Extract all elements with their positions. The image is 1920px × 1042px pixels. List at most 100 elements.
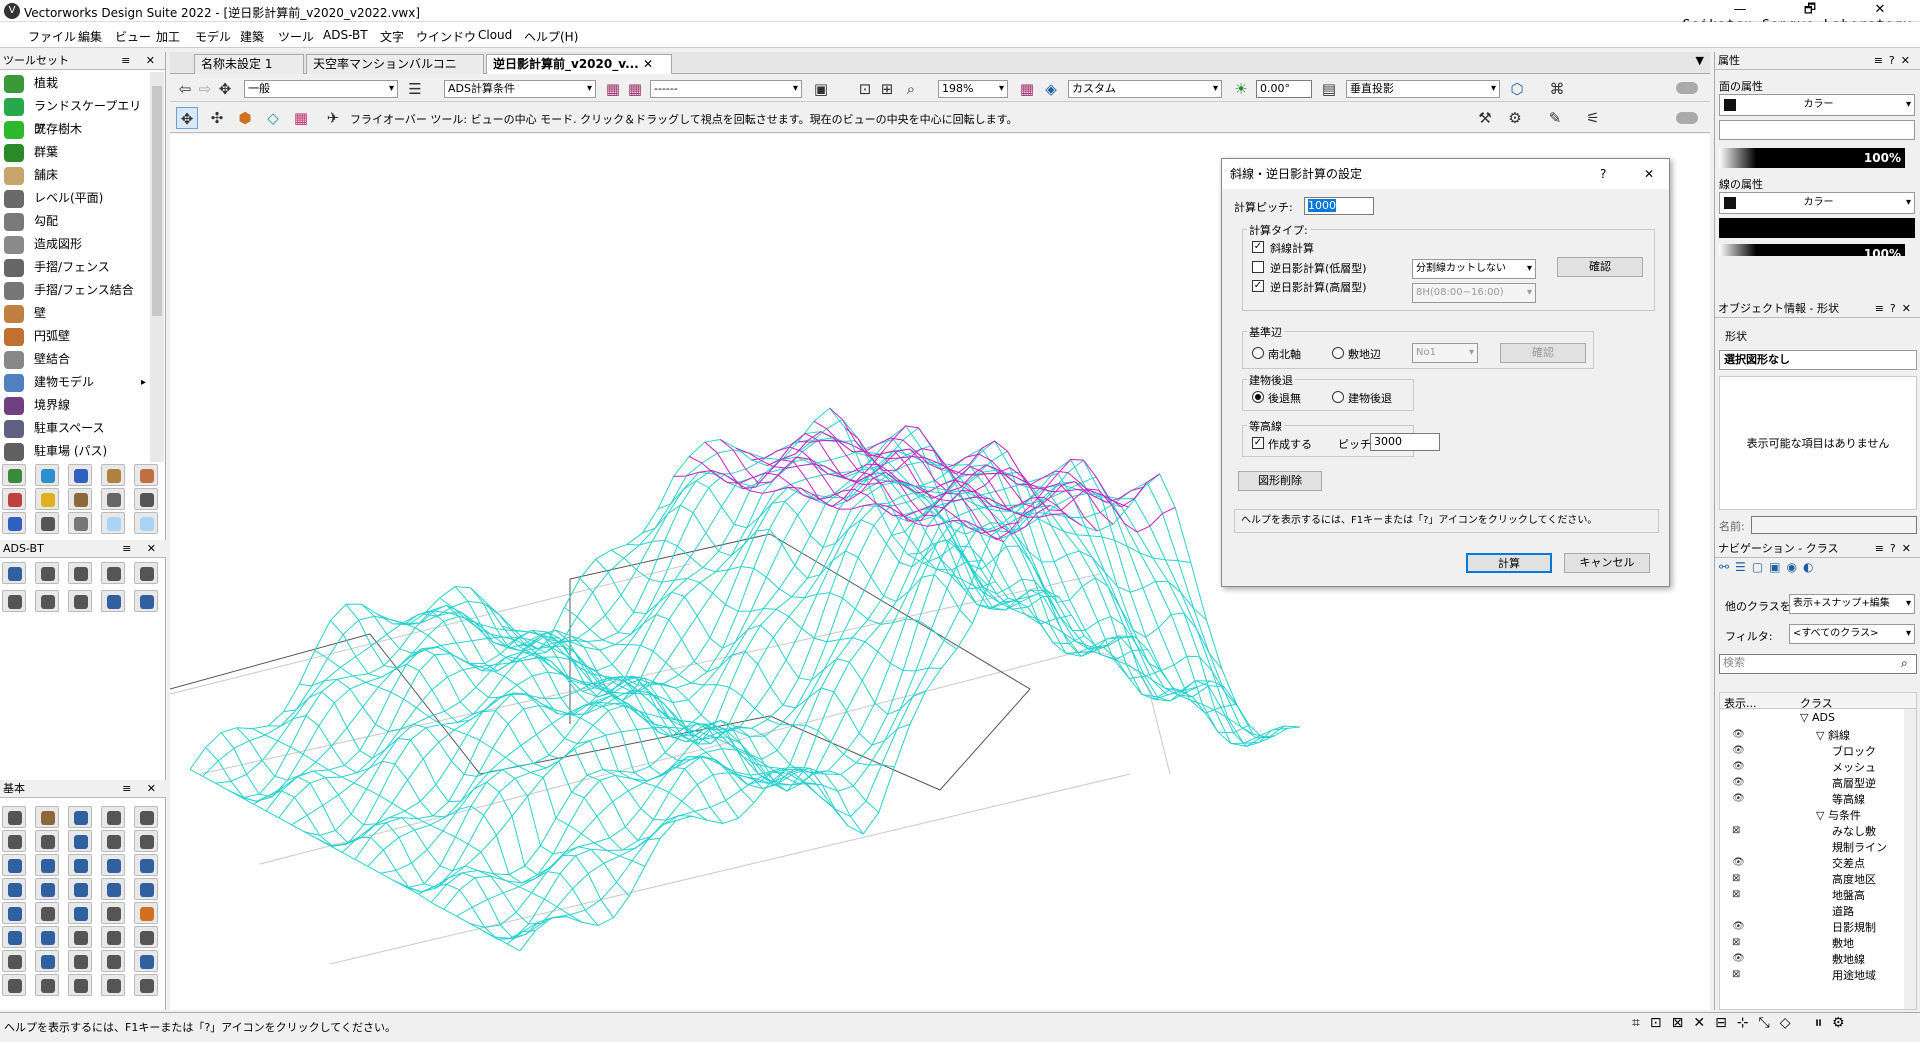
hours-select[interactable]: 8H(08:00−16:00): [1412, 283, 1536, 303]
tool-button[interactable]: [2, 878, 26, 900]
tool-button[interactable]: [101, 464, 125, 486]
tool-button[interactable]: [35, 902, 59, 924]
line-opacity-bar[interactable]: 100%: [1719, 244, 1905, 256]
pitch-input[interactable]: 1000: [1308, 199, 1336, 212]
tool-button[interactable]: [68, 590, 92, 612]
toolset-item[interactable]: 駐車場 (パス): [0, 440, 150, 463]
tool-bar-collapse-icon[interactable]: [1676, 112, 1698, 124]
tab-active-document[interactable]: 逆日影計算前_v2020_v... ✕: [486, 54, 672, 74]
tab-untitled[interactable]: 名称未設定 1: [194, 54, 304, 74]
view-options-icon[interactable]: ▣: [810, 78, 832, 100]
zoom-select-icon[interactable]: ⊞: [876, 78, 898, 100]
search-input[interactable]: 検索: [1719, 654, 1917, 674]
dialog-close-button[interactable]: ✕: [1644, 159, 1654, 189]
line-style-dropdown[interactable]: ------: [650, 80, 802, 98]
toolset-item[interactable]: 壁: [0, 302, 150, 325]
visibility-eye-icon[interactable]: 👁: [1732, 745, 1745, 756]
zoom-icon[interactable]: ⌕: [900, 78, 922, 100]
class-row[interactable]: 日影規制: [1832, 919, 1876, 935]
tool-button[interactable]: [101, 488, 125, 510]
tool-button[interactable]: [68, 806, 92, 828]
tool-button[interactable]: [101, 902, 125, 924]
tool-button[interactable]: [35, 464, 59, 486]
tool-button[interactable]: [2, 926, 26, 948]
tool-button[interactable]: [101, 512, 125, 534]
tab-balcony[interactable]: 天空率マンションバルコニー.vwx: [306, 54, 484, 89]
object-mode-icon[interactable]: ⬢: [234, 107, 256, 129]
toolset-item[interactable]: 境界線: [0, 394, 150, 417]
render-dropdown[interactable]: カスタム: [1068, 80, 1222, 98]
tool-button[interactable]: [68, 950, 92, 972]
col-class[interactable]: クラス: [1800, 695, 1833, 711]
toolset-item[interactable]: 円弧壁: [0, 325, 150, 348]
tool-button[interactable]: [101, 830, 125, 852]
tool-button[interactable]: [101, 590, 125, 612]
tool-button[interactable]: [68, 854, 92, 876]
radio-site-edge[interactable]: [1332, 347, 1344, 359]
tool-icon-b[interactable]: ✎: [1544, 107, 1566, 129]
tool-button[interactable]: [68, 926, 92, 948]
flyover-center-mode-icon[interactable]: ✥: [176, 107, 198, 129]
tool-button[interactable]: [35, 512, 59, 534]
view-icon-1[interactable]: ▦: [602, 78, 624, 100]
flyover-origin-mode-icon[interactable]: ✣: [206, 107, 228, 129]
line-color-box[interactable]: [1719, 218, 1915, 238]
menu-modify[interactable]: 加工: [156, 28, 180, 45]
tool-button[interactable]: [68, 464, 92, 486]
visibility-eye-icon[interactable]: ⊠: [1732, 825, 1740, 836]
class-dropdown[interactable]: 一般: [244, 80, 398, 98]
tool-button[interactable]: [134, 562, 158, 584]
other-classes-select[interactable]: 表示+スナップ+編集: [1789, 594, 1915, 614]
fill-opacity-bar[interactable]: 100%: [1719, 148, 1905, 168]
tool-button[interactable]: [35, 926, 59, 948]
class-row[interactable]: ▽ ADS: [1800, 711, 1835, 724]
tool-button[interactable]: [2, 512, 26, 534]
class-row[interactable]: ブロック: [1832, 743, 1876, 759]
toolset-item[interactable]: 手摺/フェンス結合: [0, 279, 150, 302]
tool-button[interactable]: [2, 806, 26, 828]
toolset-item[interactable]: 植栽: [0, 72, 150, 95]
grid-mode-icon[interactable]: ▦: [290, 107, 312, 129]
tool-button[interactable]: [134, 590, 158, 612]
class-row[interactable]: メッシュ: [1832, 759, 1876, 775]
palette-controls[interactable]: ≡ ✕: [122, 540, 162, 558]
menu-tools[interactable]: ツール: [278, 28, 314, 45]
tool-button[interactable]: [35, 562, 59, 584]
zoom-dropdown[interactable]: 198%: [938, 80, 1008, 98]
visibility-eye-icon[interactable]: ⊠: [1732, 889, 1740, 900]
class-row[interactable]: 地盤高: [1832, 887, 1865, 903]
toolset-item[interactable]: ランドスケープエリア: [0, 95, 150, 136]
class-row[interactable]: ▽ 斜線: [1816, 727, 1850, 743]
menu-view[interactable]: ビュー: [115, 28, 151, 45]
plane-mode-icon[interactable]: ◇: [262, 107, 284, 129]
projection-icon[interactable]: ▤: [1318, 78, 1340, 100]
menu-cloud[interactable]: Cloud: [478, 28, 512, 42]
tool-button[interactable]: [101, 974, 125, 996]
tool-button[interactable]: [101, 950, 125, 972]
tool-button[interactable]: [68, 512, 92, 534]
palette-controls[interactable]: ≡?✕: [1875, 300, 1917, 318]
col-visibility[interactable]: 表示...: [1724, 695, 1757, 711]
tool-button[interactable]: [68, 488, 92, 510]
menu-window[interactable]: ウインドウ: [416, 28, 476, 45]
tool-button[interactable]: [134, 830, 158, 852]
toolset-item[interactable]: レベル(平面): [0, 187, 150, 210]
class-row[interactable]: 等高線: [1832, 791, 1865, 807]
class-row[interactable]: みなし敷: [1832, 823, 1876, 839]
class-tree-scrollbar[interactable]: [1904, 709, 1916, 1009]
class-row[interactable]: 規制ライン: [1832, 839, 1887, 855]
tool-button[interactable]: [134, 878, 158, 900]
close-button[interactable]: ✕: [1860, 1, 1900, 19]
scroll-thumb[interactable]: [152, 86, 162, 316]
tool-button[interactable]: [35, 830, 59, 852]
settings-icon[interactable]: ⚙: [1504, 107, 1526, 129]
tool-button[interactable]: [134, 806, 158, 828]
tool-button[interactable]: [68, 562, 92, 584]
toolset-item[interactable]: 舗床: [0, 164, 150, 187]
visibility-eye-icon[interactable]: ⊠: [1732, 969, 1740, 980]
palette-controls[interactable]: ≡ ✕: [121, 52, 161, 70]
tool-button[interactable]: [134, 902, 158, 924]
tool-button[interactable]: [35, 854, 59, 876]
cancel-button[interactable]: キャンセル: [1564, 553, 1650, 573]
visibility-eye-icon[interactable]: 👁: [1732, 921, 1745, 932]
